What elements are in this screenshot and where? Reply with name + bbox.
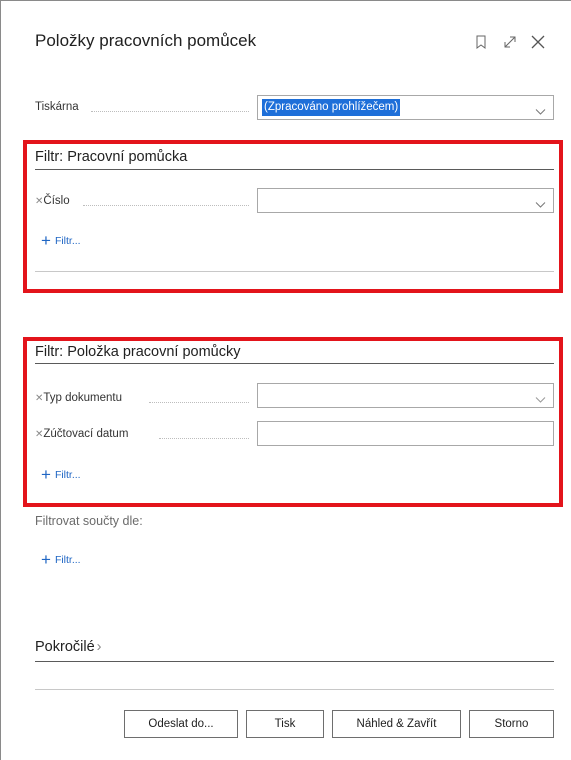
- close-icon[interactable]: [528, 31, 548, 53]
- label-leader: [159, 438, 249, 439]
- filter-tool-title: Filtr: Pracovní pomůcka: [35, 149, 188, 165]
- send-to-button[interactable]: Odeslat do...: [124, 710, 238, 738]
- plus-icon: +: [41, 550, 51, 569]
- label-leader: [149, 402, 249, 403]
- filter-field-typ-dokumentu: ✕Typ dokumentu: [35, 392, 122, 404]
- report-request-dialog: Položky pracovních pomůcek Tiskárna (Zpr…: [0, 0, 571, 760]
- label-leader: [91, 111, 249, 112]
- typ-dokumentu-select[interactable]: [257, 383, 554, 408]
- cancel-button[interactable]: Storno: [469, 710, 554, 738]
- add-filter-label: Filtr...: [54, 235, 81, 247]
- group-divider: [35, 169, 554, 170]
- chevron-down-icon: [535, 103, 546, 121]
- printer-value: (Zpracováno prohlížečem): [262, 99, 401, 116]
- field-label: Typ dokumentu: [43, 392, 123, 404]
- bookmark-icon[interactable]: [471, 31, 491, 53]
- filter-entry-title: Filtr: Položka pracovní pomůcky: [35, 344, 241, 360]
- group-divider: [35, 661, 554, 662]
- add-filter-label: Filtr...: [54, 469, 81, 481]
- plus-icon: +: [41, 231, 51, 250]
- add-filter-link[interactable]: + Filtr...: [41, 231, 81, 250]
- footer-divider: [35, 689, 554, 690]
- printer-label: Tiskárna: [35, 101, 79, 113]
- zuctovaci-datum-input[interactable]: [257, 421, 554, 446]
- print-button[interactable]: Tisk: [246, 710, 324, 738]
- add-filter-link[interactable]: + Filtr...: [41, 465, 81, 484]
- chevron-down-icon: [535, 196, 546, 214]
- printer-select[interactable]: (Zpracováno prohlížečem): [257, 95, 554, 120]
- chevron-right-icon: ›: [96, 639, 102, 655]
- expand-icon[interactable]: [500, 31, 520, 53]
- filter-field-cislo: ✕Číslo: [35, 195, 70, 207]
- dialog-title: Položky pracovních pomůcek: [35, 31, 257, 50]
- add-filter-label: Filtr...: [54, 554, 81, 566]
- group-divider: [35, 363, 554, 364]
- advanced-label: Pokročilé: [35, 639, 95, 655]
- totals-filter-label: Filtrovat součty dle:: [35, 514, 143, 528]
- preview-close-button[interactable]: Náhled & Zavřít: [332, 710, 461, 738]
- label-leader: [83, 205, 249, 206]
- field-label: Zúčtovací datum: [43, 428, 129, 440]
- advanced-toggle[interactable]: Pokročilé ›: [35, 639, 101, 655]
- field-label: Číslo: [43, 195, 70, 207]
- cislo-select[interactable]: [257, 188, 554, 213]
- plus-icon: +: [41, 465, 51, 484]
- filter-field-zuctovaci-datum: ✕Zúčtovací datum: [35, 428, 128, 440]
- add-filter-link[interactable]: + Filtr...: [41, 550, 81, 569]
- chevron-down-icon: [535, 391, 546, 409]
- group-bottom-line: [35, 271, 554, 272]
